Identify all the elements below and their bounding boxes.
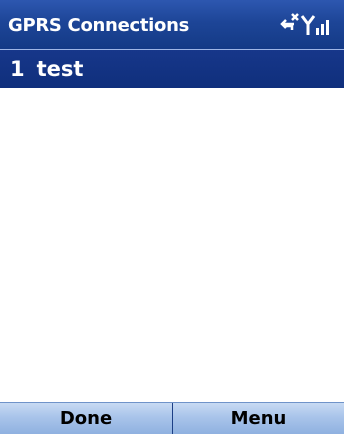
status-svg [280, 13, 329, 35]
done-button[interactable]: Done [0, 403, 172, 434]
page-title: GPRS Connections [8, 15, 190, 36]
title-bar: GPRS Connections [0, 0, 344, 50]
connection-name: test [36, 57, 84, 81]
connections-list: 1 test [0, 50, 344, 402]
connection-number: 1 [10, 57, 25, 81]
list-item[interactable]: 1 test [0, 50, 344, 88]
signal-strength-icon [300, 15, 329, 35]
status-icons [278, 10, 338, 44]
disconnected-icon [280, 13, 299, 30]
menu-button[interactable]: Menu [173, 403, 344, 434]
softkey-bar: Done Menu [0, 402, 344, 434]
